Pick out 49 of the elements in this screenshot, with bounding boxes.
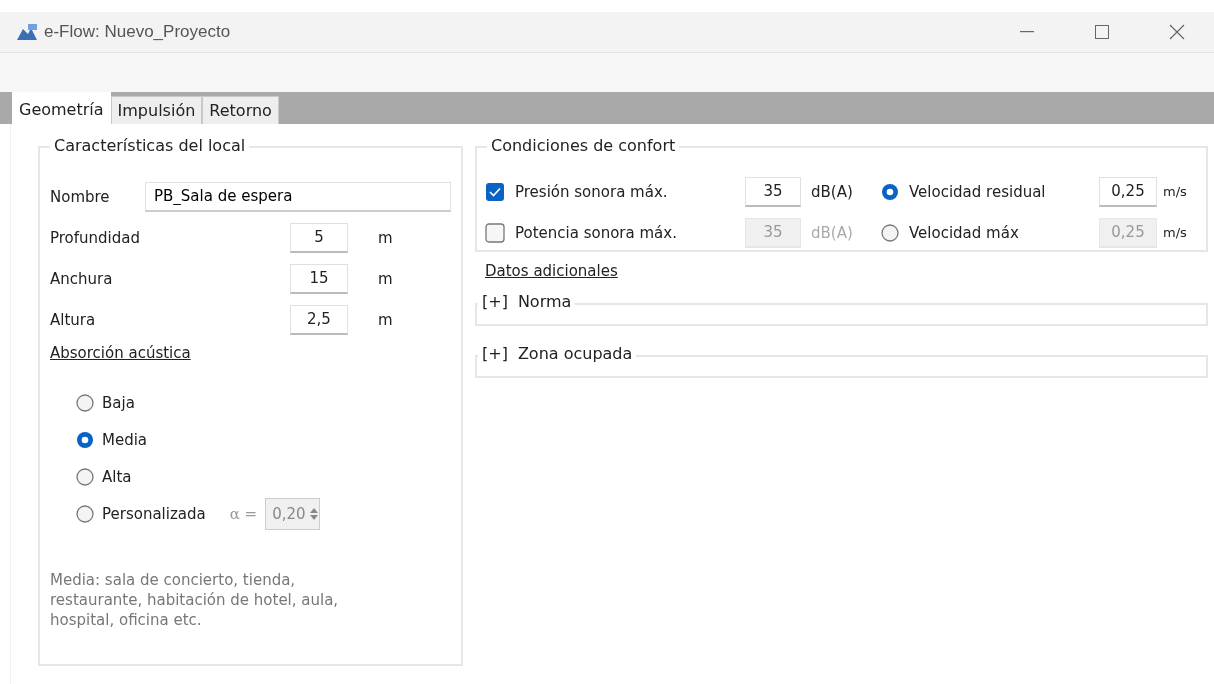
tab[interactable]: Impulsión — [110, 96, 203, 124]
radio-option[interactable]: Velocidad máx — [881, 223, 1099, 242]
checkbox[interactable] — [485, 181, 505, 202]
expand-toggle[interactable]: [+] — [482, 344, 508, 364]
radio-option[interactable]: Personalizada — [76, 495, 206, 532]
radio-button[interactable] — [881, 182, 899, 201]
window-title: e-Flow: Nuevo_Proyecto — [44, 22, 232, 42]
radio-button[interactable] — [881, 223, 899, 242]
section-title: Zona ocupada — [517, 344, 633, 364]
unit-label: dB(A) — [810, 182, 854, 201]
radio-option[interactable]: Velocidad residual — [881, 182, 1099, 201]
radio-button[interactable] — [76, 504, 94, 523]
number-field[interactable]: 35 — [745, 176, 801, 207]
radio-button[interactable] — [76, 393, 94, 412]
minimize-icon[interactable] — [1019, 31, 1034, 33]
radio-option[interactable]: Alta — [76, 458, 132, 495]
tab[interactable]: Geometría — [12, 92, 111, 124]
field-label: Anchura — [50, 269, 114, 288]
additional-data-link[interactable]: Datos adicionales — [485, 262, 618, 280]
radio-option[interactable]: Media — [76, 421, 148, 458]
checkbox-option[interactable]: Presión sonora máx. — [485, 181, 741, 202]
number-field[interactable]: 15 — [290, 263, 348, 294]
unit-label: m — [378, 228, 393, 247]
name-field[interactable]: PB_Sala de espera — [145, 181, 451, 212]
alpha-label: α = — [229, 504, 258, 523]
app-icon — [16, 23, 38, 41]
number-field[interactable]: 5 — [290, 222, 348, 253]
close-icon[interactable] — [1168, 24, 1185, 40]
radio-button[interactable] — [76, 467, 94, 486]
field-label: Nombre — [50, 187, 111, 206]
unit-label: m/s — [1162, 184, 1188, 199]
radio-button[interactable] — [76, 430, 94, 449]
unit-label: m — [378, 310, 393, 329]
checkbox-option[interactable]: Potencia sonora máx. — [485, 222, 741, 243]
number-field[interactable]: 0,25 — [1099, 176, 1157, 207]
expand-toggle[interactable]: [+] — [482, 292, 508, 312]
field-label: Altura — [50, 310, 97, 329]
tab[interactable]: Retorno — [202, 96, 279, 124]
unit-label: m — [378, 269, 393, 288]
checkbox[interactable] — [485, 222, 505, 243]
unit-label: m/s — [1162, 225, 1188, 240]
description-text: Media: sala de concierto, tienda, restaurante, habitación de hotel, aula, hospital, oficina etc. — [50, 570, 340, 630]
number-field[interactable]: 2,5 — [290, 304, 348, 335]
unit-label: dB(A) — [810, 223, 854, 242]
section-heading: Absorción acústica — [50, 344, 191, 362]
maximize-icon[interactable] — [1094, 25, 1109, 39]
field-label: Profundidad — [50, 228, 141, 247]
radio-option[interactable]: Baja — [76, 384, 135, 421]
section-title: Norma — [517, 292, 572, 312]
